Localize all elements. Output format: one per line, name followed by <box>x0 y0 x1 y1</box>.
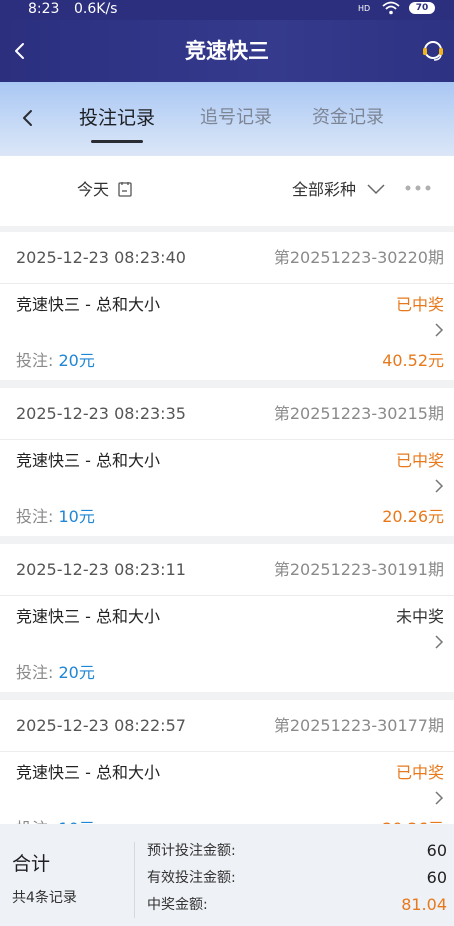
chevron-right-icon[interactable] <box>434 634 444 650</box>
signal-icon: HD <box>358 4 371 13</box>
record-game: 竞速快三 - 总和大小 <box>16 607 160 626</box>
summary-panel: 合计 共4条记录 预计投注金额: 60 有效投注金额: 60 中奖金额: 81.… <box>0 824 454 926</box>
chevron-right-icon[interactable] <box>434 478 444 494</box>
chevron-right-icon[interactable] <box>434 322 444 338</box>
prize-amount-label: 中奖金额: <box>147 897 208 913</box>
prize-amount-value: 81.04 <box>401 895 447 914</box>
calendar-icon[interactable] <box>118 181 132 197</box>
tab-chase-records[interactable]: 追号记录 <box>200 82 272 154</box>
record-status: 已中奖 <box>395 763 444 782</box>
bet-amount: 20元 <box>58 663 95 682</box>
effective-bet-row: 有效投注金额: 60 <box>147 869 447 887</box>
record-card[interactable]: 2025-12-23 08:23:35 第20251223-30215期 竞速快… <box>0 388 454 536</box>
record-card[interactable]: 2025-12-23 08:23:40 第20251223-30220期 竞速快… <box>0 232 454 380</box>
record-issue: 第20251223-30220期 <box>273 248 444 267</box>
record-bet: 投注: 10元 <box>16 506 95 528</box>
expected-bet-value: 60 <box>426 841 447 860</box>
status-time: 8:23 <box>28 1 60 17</box>
bet-amount: 20元 <box>58 351 95 370</box>
record-game: 竞速快三 - 总和大小 <box>16 451 160 470</box>
expected-bet-row: 预计投注金额: 60 <box>147 842 447 860</box>
record-bet: 投注: 20元 <box>16 662 95 684</box>
record-time: 2025-12-23 08:23:35 <box>16 404 186 423</box>
record-issue: 第20251223-30191期 <box>273 560 444 579</box>
tab-active-indicator <box>91 140 143 143</box>
record-header: 2025-12-23 08:22:57 第20251223-30177期 <box>0 700 454 752</box>
tab-bar: 投注记录 追号记录 资金记录 <box>0 82 454 156</box>
record-status: 已中奖 <box>395 295 444 314</box>
record-bet: 投注: 20元 <box>16 350 95 372</box>
bet-label: 投注: <box>16 507 59 526</box>
record-header: 2025-12-23 08:23:40 第20251223-30220期 <box>0 232 454 284</box>
record-header: 2025-12-23 08:23:35 第20251223-30215期 <box>0 388 454 440</box>
effective-bet-value: 60 <box>426 868 447 887</box>
tab-bet-records[interactable]: 投注记录 <box>79 82 155 154</box>
status-bar: 8:23 0.6K/s HD 70 <box>0 0 454 20</box>
effective-bet-label: 有效投注金额: <box>147 870 236 886</box>
app-header: 竞速快三 <box>0 20 454 82</box>
record-status: 未中奖 <box>395 607 444 626</box>
record-time: 2025-12-23 08:23:11 <box>16 560 186 579</box>
chevron-right-icon[interactable] <box>434 790 444 806</box>
record-prize: 40.52元 <box>382 351 444 370</box>
record-header: 2025-12-23 08:23:11 第20251223-30191期 <box>0 544 454 596</box>
lottery-type-filter[interactable]: 全部彩种 <box>292 156 356 224</box>
record-time: 2025-12-23 08:22:57 <box>16 716 186 735</box>
summary-record-count: 共4条记录 <box>12 890 77 906</box>
bet-label: 投注: <box>16 351 59 370</box>
bet-amount: 10元 <box>58 507 95 526</box>
chevron-down-icon[interactable] <box>366 183 386 195</box>
record-card[interactable]: 2025-12-23 08:23:11 第20251223-30191期 竞速快… <box>0 544 454 692</box>
customer-service-icon[interactable] <box>420 39 446 63</box>
wifi-icon <box>382 1 400 15</box>
more-icon[interactable] <box>404 183 432 193</box>
tab-fund-records[interactable]: 资金记录 <box>312 82 384 154</box>
bet-label: 投注: <box>16 663 59 682</box>
back-chevron-icon[interactable] <box>16 104 40 132</box>
page-title: 竞速快三 <box>185 39 269 63</box>
battery-icon: 70 <box>409 2 435 14</box>
record-issue: 第20251223-30177期 <box>273 716 444 735</box>
record-issue: 第20251223-30215期 <box>273 404 444 423</box>
record-game: 竞速快三 - 总和大小 <box>16 295 160 314</box>
summary-divider <box>134 842 135 918</box>
record-time: 2025-12-23 08:23:40 <box>16 248 186 267</box>
record-prize: 20.26元 <box>382 507 444 526</box>
prize-amount-row: 中奖金额: 81.04 <box>147 896 447 914</box>
date-filter[interactable]: 今天 <box>77 156 109 224</box>
expected-bet-label: 预计投注金额: <box>147 843 236 859</box>
network-speed: 0.6K/s <box>74 1 118 17</box>
record-status: 已中奖 <box>395 451 444 470</box>
filter-bar: 今天 全部彩种 <box>0 156 454 226</box>
record-game: 竞速快三 - 总和大小 <box>16 763 160 782</box>
summary-total-label: 合计 <box>12 853 51 875</box>
